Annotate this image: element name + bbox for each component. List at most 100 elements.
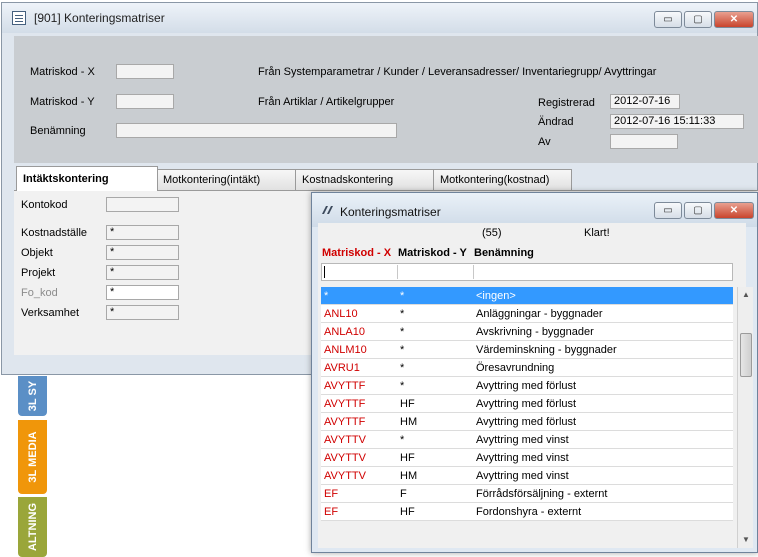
- cell-matriskod-x: AVYTTV: [324, 434, 366, 446]
- side-tab-label: 3L MEDIA: [26, 431, 39, 483]
- side-tab-3l-media[interactable]: 3L MEDIA: [18, 420, 47, 494]
- filter-matriskod-y-input[interactable]: [398, 265, 474, 279]
- av-label: Av: [538, 136, 551, 148]
- kostnadsstalle-label: Kostnadställe: [21, 227, 88, 239]
- cell-matriskod-x: ANL10: [324, 308, 358, 320]
- cell-matriskod-y: *: [400, 434, 405, 446]
- registrerad-field: 2012-07-16: [610, 94, 680, 109]
- table-row[interactable]: AVYTTF HF Avyttring med förlust: [321, 395, 733, 413]
- cell-matriskod-y: *: [400, 362, 405, 374]
- minimize-button[interactable]: ▭: [654, 11, 682, 28]
- record-count: (55): [482, 227, 502, 239]
- av-field: [610, 134, 678, 149]
- filter-matriskod-x-input[interactable]: [322, 265, 398, 279]
- cell-matriskod-x: AVYTTV: [324, 470, 366, 482]
- cell-matriskod-x: ANLM10: [324, 344, 367, 356]
- table-row[interactable]: ANLA10 * Avskrivning - byggnader: [321, 323, 733, 341]
- column-header-matriskod-x[interactable]: Matriskod - X: [322, 247, 391, 259]
- cell-matriskod-y: *: [400, 326, 405, 338]
- table-row[interactable]: AVRU1 * Öresavrundning: [321, 359, 733, 377]
- verksamhet-input[interactable]: *: [106, 305, 179, 320]
- table-row[interactable]: ANL10 * Anläggningar - byggnader: [321, 305, 733, 323]
- benamning-label: Benämning: [30, 125, 86, 137]
- table-row[interactable]: AVYTTF * Avyttring med förlust: [321, 377, 733, 395]
- table-row[interactable]: AVYTTV HM Avyttring med vinst: [321, 467, 733, 485]
- scroll-down-icon[interactable]: ▼: [739, 533, 753, 547]
- lookup-maximize-button[interactable]: ▢: [684, 202, 712, 219]
- kontokod-input[interactable]: [106, 197, 179, 212]
- cell-matriskod-x: ANLA10: [324, 326, 365, 338]
- filter-row: [321, 263, 733, 281]
- scroll-up-icon[interactable]: ▲: [739, 288, 753, 302]
- cell-matriskod-x: *: [324, 290, 329, 302]
- x-source-text: Från Systemparametrar / Kunder / Leveran…: [258, 66, 657, 78]
- lookup-window: Konteringsmatriser ▭ ▢ ✕ (55) Klart! Mat…: [311, 192, 758, 553]
- vertical-scrollbar[interactable]: ▲ ▼: [737, 287, 753, 548]
- lookup-minimize-button[interactable]: ▭: [654, 202, 682, 219]
- title-bar[interactable]: [901] Konteringsmatriser ▭ ▢ ✕: [2, 3, 757, 33]
- objekt-label: Objekt: [21, 247, 53, 259]
- lookup-content: (55) Klart! Matriskod - X Matriskod - Y …: [318, 223, 753, 548]
- table-row[interactable]: * * <ingen>: [321, 287, 733, 305]
- text-caret: [324, 266, 325, 278]
- table-row[interactable]: AVYTTF HM Avyttring med förlust: [321, 413, 733, 431]
- filter-benamning-input[interactable]: [474, 265, 732, 279]
- cell-matriskod-y: *: [400, 344, 405, 356]
- kostnadsstalle-input[interactable]: *: [106, 225, 179, 240]
- andrad-label: Ändrad: [538, 116, 574, 128]
- matriskod-y-input[interactable]: [116, 94, 174, 109]
- column-header-benamning[interactable]: Benämning: [474, 247, 534, 259]
- table-row[interactable]: EF HF Fordonshyra - externt: [321, 503, 733, 521]
- cell-matriskod-y: HF: [400, 506, 415, 518]
- lookup-close-button[interactable]: ✕: [714, 202, 754, 219]
- cell-benamning: Avyttring med förlust: [476, 416, 577, 428]
- verksamhet-label: Verksamhet: [21, 307, 80, 319]
- lookup-title-bar[interactable]: Konteringsmatriser ▭ ▢ ✕: [312, 193, 757, 227]
- kontokod-label: Kontokod: [21, 199, 68, 211]
- cell-benamning: Fordonshyra - externt: [476, 506, 582, 518]
- tab-strip: Intäktskontering Motkontering(intäkt) Ko…: [14, 166, 758, 191]
- benamning-input[interactable]: [116, 123, 397, 138]
- maximize-button[interactable]: ▢: [684, 11, 712, 28]
- table-row[interactable]: EF F Förrådsförsäljning - externt: [321, 485, 733, 503]
- cell-matriskod-x: AVRU1: [324, 362, 360, 374]
- cell-matriskod-y: HF: [400, 452, 415, 464]
- cell-matriskod-x: EF: [324, 488, 339, 500]
- cell-matriskod-x: EF: [324, 506, 339, 518]
- table-row[interactable]: AVYTTV HF Avyttring med vinst: [321, 449, 733, 467]
- side-tab-3l-system[interactable]: 3L SY: [18, 376, 47, 416]
- cell-benamning: Avyttring med vinst: [476, 434, 569, 446]
- cell-benamning: Värdeminskning - byggnader: [476, 344, 617, 356]
- matriskod-x-input[interactable]: [116, 64, 174, 79]
- cell-benamning: Avyttring med vinst: [476, 470, 569, 482]
- tab-motkontering-intakt[interactable]: Motkontering(intäkt): [156, 169, 296, 190]
- side-tab-forvaltning[interactable]: ALTNING: [18, 497, 47, 557]
- column-header-matriskod-y[interactable]: Matriskod - Y: [398, 247, 467, 259]
- window-list-icon: [12, 11, 26, 25]
- cell-benamning: Öresavrundning: [476, 362, 555, 374]
- side-tab-label: 3L SY: [26, 380, 39, 412]
- matriskod-y-label: Matriskod - Y: [30, 96, 95, 108]
- cell-benamning: Förrådsförsäljning - externt: [476, 488, 608, 500]
- cell-matriskod-x: AVYTTF: [324, 416, 366, 428]
- window-title: [901] Konteringsmatriser: [34, 11, 165, 25]
- tab-kostnadskontering[interactable]: Kostnadskontering: [295, 169, 434, 190]
- cell-matriskod-x: AVYTTV: [324, 452, 366, 464]
- objekt-input[interactable]: *: [106, 245, 179, 260]
- projekt-label: Projekt: [21, 267, 56, 279]
- status-text: Klart!: [584, 227, 610, 239]
- fo-kod-input[interactable]: *: [106, 285, 179, 300]
- fo-kod-label: Fo_kod: [21, 287, 58, 299]
- y-source-text: Från Artiklar / Artikelgrupper: [258, 96, 395, 108]
- tab-motkontering-kostnad[interactable]: Motkontering(kostnad): [433, 169, 572, 190]
- projekt-input[interactable]: *: [106, 265, 179, 280]
- andrad-field: 2012-07-16 15:11:33: [610, 114, 744, 129]
- cell-benamning: <ingen>: [476, 290, 516, 302]
- scroll-thumb[interactable]: [740, 333, 752, 377]
- table-row[interactable]: ANLM10 * Värdeminskning - byggnader: [321, 341, 733, 359]
- tab-intaktskontering[interactable]: Intäktskontering: [16, 166, 158, 191]
- cell-matriskod-y: HF: [400, 398, 415, 410]
- close-button[interactable]: ✕: [714, 11, 754, 28]
- cell-matriskod-y: *: [400, 290, 405, 302]
- table-row[interactable]: AVYTTV * Avyttring med vinst: [321, 431, 733, 449]
